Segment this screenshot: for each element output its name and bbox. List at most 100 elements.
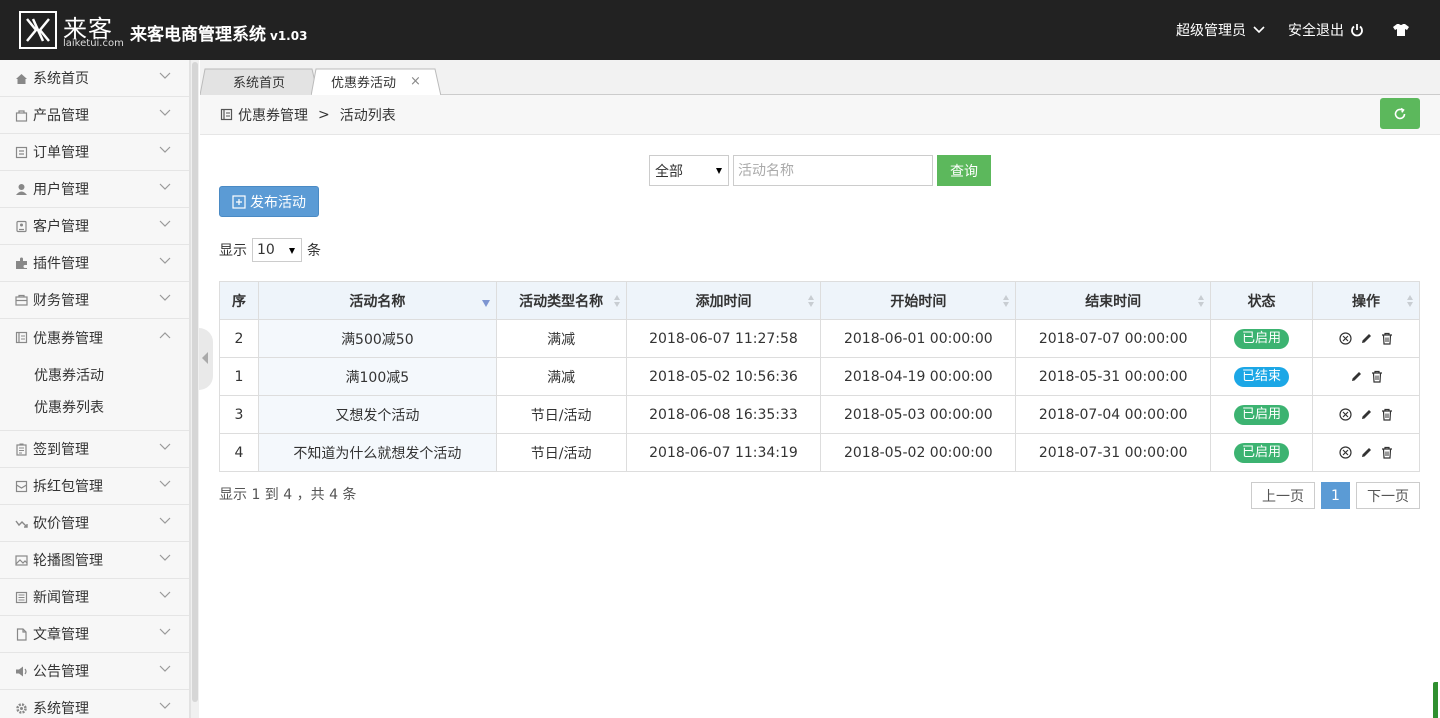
column-header-name[interactable]: 活动名称: [257, 281, 497, 320]
sidebar-scrollbar[interactable]: [190, 60, 199, 718]
column-header-end[interactable]: 结束时间: [1015, 281, 1212, 320]
sidebar-item-redpacket[interactable]: 拆红包管理: [0, 468, 189, 505]
logo[interactable]: 来客 laiketui.com: [19, 11, 129, 51]
edit-icon[interactable]: [1360, 446, 1373, 459]
chevron-down-icon: [159, 294, 171, 301]
sidebar-item-orders[interactable]: 订单管理: [0, 134, 189, 171]
cell-type: 满减: [495, 357, 627, 396]
refresh-button[interactable]: [1380, 98, 1420, 129]
sidebar-item-system[interactable]: 系统管理: [0, 690, 189, 718]
next-page-button[interactable]: 下一页: [1356, 482, 1420, 509]
disable-icon[interactable]: [1339, 332, 1352, 345]
edit-icon[interactable]: [1360, 332, 1373, 345]
row-actions: [1313, 332, 1419, 345]
tab-label: 系统首页: [232, 76, 285, 91]
tab-coupon-activity[interactable]: 优惠券活动 ×: [311, 68, 441, 96]
breadcrumb-current: 活动列表: [339, 107, 396, 124]
top-right-menu: 超级管理员 安全退出: [1154, 20, 1410, 40]
publish-activity-button[interactable]: 发布活动: [219, 186, 319, 217]
top-bar: 来客 laiketui.com 来客电商管理系统 v1.03 超级管理员 安全退出: [0, 0, 1440, 60]
cell-start: 2018-06-01 00:00:00: [820, 319, 1017, 358]
sort-icon: [613, 295, 620, 307]
publish-activity-label: 发布活动: [250, 194, 306, 211]
sidebar-item-label: 文章管理: [33, 627, 89, 643]
sidebar-item-label: 拆红包管理: [33, 479, 103, 495]
edit-icon[interactable]: [1350, 370, 1363, 383]
table-row: 1 满100减5 满减 2018-05-02 10:56:36 2018-04-…: [219, 357, 1420, 396]
sidebar-item-label: 签到管理: [33, 442, 89, 458]
sidebar-item-products[interactable]: 产品管理: [0, 97, 189, 134]
page-size-prefix: 显示: [219, 243, 247, 259]
edit-icon[interactable]: [1360, 408, 1373, 421]
trash-icon[interactable]: [1381, 332, 1393, 345]
column-header-added[interactable]: 添加时间: [625, 281, 822, 320]
cell-actions: [1312, 395, 1420, 434]
column-header-type[interactable]: 活动类型名称: [495, 281, 627, 320]
user-menu[interactable]: 超级管理员: [1176, 20, 1266, 40]
sidebar-item-plugins[interactable]: 插件管理: [0, 245, 189, 282]
sidebar-item-label: 插件管理: [33, 256, 89, 272]
sidebar-collapse-toggle[interactable]: [199, 328, 213, 390]
sidebar-item-label: 客户管理: [33, 219, 89, 235]
bag-icon: [15, 109, 28, 122]
column-header-label: 状态: [1247, 293, 1276, 310]
cell-added: 2018-06-07 11:27:58: [625, 319, 822, 358]
trash-icon[interactable]: [1381, 408, 1393, 421]
sidebar-item-label: 订单管理: [33, 145, 89, 161]
sidebar-item-articles[interactable]: 文章管理: [0, 616, 189, 653]
sidebar-subitem-coupon-list[interactable]: 优惠券列表: [0, 391, 189, 423]
sidebar-item-checkin[interactable]: 签到管理: [0, 431, 189, 468]
sidebar-item-label: 新闻管理: [33, 590, 89, 606]
skin-button[interactable]: [1386, 23, 1410, 37]
column-header-start[interactable]: 开始时间: [820, 281, 1017, 320]
sort-icon: [1198, 295, 1205, 307]
dropdown-arrow-icon: [289, 248, 295, 254]
page-button-current[interactable]: 1: [1321, 482, 1350, 509]
chevron-down-icon: [159, 702, 171, 709]
cell-type: 节日/活动: [495, 433, 627, 472]
sidebar-item-banner[interactable]: 轮播图管理: [0, 542, 189, 579]
sidebar-item-coupons[interactable]: 优惠券管理: [0, 319, 189, 356]
query-button[interactable]: 查询: [937, 155, 991, 186]
prev-page-button[interactable]: 上一页: [1251, 482, 1315, 509]
cell-actions: [1312, 319, 1420, 358]
disable-icon[interactable]: [1339, 408, 1352, 421]
sidebar-subitem-coupon-activity[interactable]: 优惠券活动: [0, 359, 189, 391]
breadcrumb-parent[interactable]: 优惠券管理: [238, 105, 308, 125]
page-size-select[interactable]: 10: [252, 238, 302, 262]
chevron-down-icon: [159, 443, 171, 450]
column-header-label: 活动类型名称: [519, 293, 604, 310]
image-icon: [15, 554, 28, 566]
sidebar-item-users[interactable]: 用户管理: [0, 171, 189, 208]
sidebar-item-finance[interactable]: 财务管理: [0, 282, 189, 319]
row-actions: [1313, 408, 1419, 421]
sidebar-item-label: 产品管理: [33, 108, 89, 124]
coupon-submenu: 优惠券活动 优惠券列表: [0, 356, 189, 431]
activity-name-input[interactable]: [733, 155, 933, 186]
status-select[interactable]: 全部: [649, 155, 729, 186]
sidebar-item-label: 砍价管理: [33, 516, 89, 532]
sidebar-item-home[interactable]: 系统首页: [0, 60, 189, 97]
close-icon[interactable]: ×: [410, 74, 421, 89]
column-header-id: 序: [219, 281, 259, 320]
sidebar-item-notices[interactable]: 公告管理: [0, 653, 189, 690]
trash-icon[interactable]: [1371, 370, 1383, 383]
sidebar-item-bargain[interactable]: 砍价管理: [0, 505, 189, 542]
sidebar-item-customers[interactable]: 客户管理: [0, 208, 189, 245]
app-title: 来客电商管理系统 v1.03: [130, 20, 307, 45]
tab-home[interactable]: 系统首页: [200, 68, 318, 95]
breadcrumb-separator: >: [318, 106, 330, 123]
sidebar-item-news[interactable]: 新闻管理: [0, 579, 189, 616]
column-header-status: 状态: [1210, 281, 1314, 320]
chevron-down-icon: [159, 183, 171, 190]
trash-icon[interactable]: [1381, 446, 1393, 459]
tshirt-icon: [1393, 24, 1409, 36]
disable-icon[interactable]: [1339, 446, 1352, 459]
news-icon: [15, 591, 28, 603]
cell-type: 满减: [495, 319, 627, 358]
cell-end: 2018-07-04 00:00:00: [1015, 395, 1212, 434]
cell-id: 3: [219, 395, 259, 434]
column-header-actions[interactable]: 操作: [1312, 281, 1420, 320]
scrollbar-thumb[interactable]: [192, 62, 198, 702]
logout-button[interactable]: 安全退出: [1288, 20, 1364, 40]
